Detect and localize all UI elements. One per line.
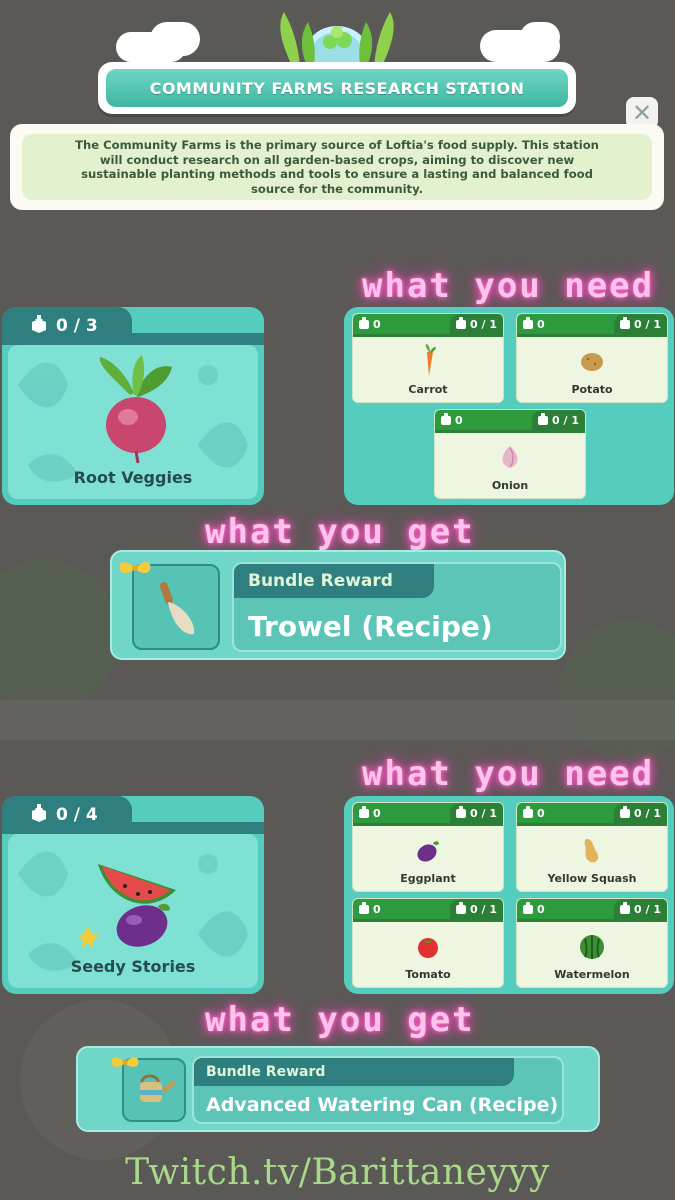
- onion-icon: [493, 440, 527, 474]
- bundle-card-seedy-stories[interactable]: 0 / 4 Seedy Stories: [2, 796, 264, 994]
- background-road: [0, 700, 675, 740]
- need-panel-root-veggies: 00 / 1 Carrot 00 / 1 Potato 00 / 1 Onion: [344, 307, 674, 505]
- need-panel-seedy-stories: 00 / 1 Eggplant 00 / 1 Yellow Squash 00 …: [344, 796, 674, 994]
- bundle-progress: 0 / 4: [2, 796, 132, 834]
- bow-icon: [108, 1052, 142, 1084]
- what-you-need-heading: what you need: [362, 266, 655, 306]
- what-you-get-heading: what you get: [205, 1000, 475, 1040]
- required-icon: [620, 901, 631, 914]
- tomato-icon: [411, 929, 445, 963]
- description-text: The Community Farms is the primary sourc…: [22, 134, 652, 200]
- inventory-icon: [359, 901, 369, 914]
- yellow-squash-icon: [575, 833, 609, 867]
- eggplant-icon: [411, 833, 445, 867]
- bundle-box-icon: [30, 314, 48, 338]
- close-icon: ✕: [631, 99, 653, 127]
- list-item[interactable]: 00 / 1 Eggplant: [352, 802, 504, 892]
- bundle-name: Seedy Stories: [70, 957, 196, 976]
- bundle-body: Root Veggies: [8, 345, 258, 499]
- inventory-icon: [523, 805, 533, 818]
- inventory-icon: [441, 412, 451, 425]
- watermelon-icon: [575, 929, 609, 963]
- bundle-box-icon: [30, 803, 48, 827]
- list-item[interactable]: 00 / 1 Onion: [434, 409, 586, 499]
- required-icon: [620, 316, 631, 329]
- list-item[interactable]: 00 / 1 Potato: [516, 313, 668, 403]
- bundle-progress: 0 / 3: [2, 307, 132, 345]
- bundle-card-root-veggies[interactable]: 0 / 3 Root Veggies: [2, 307, 264, 505]
- list-item[interactable]: 00 / 1 Yellow Squash: [516, 802, 668, 892]
- twitch-handle: Twitch.tv/Barittaneyyy: [125, 1152, 550, 1193]
- required-icon: [620, 805, 631, 818]
- sprout-emblem-icon: [262, 4, 412, 82]
- bow-icon: [116, 556, 154, 592]
- title-bar: COMMUNITY FARMS RESEARCH STATION: [98, 62, 576, 114]
- reward-label: Bundle Reward: [194, 1058, 514, 1086]
- reward-title: Trowel (Recipe): [248, 610, 493, 643]
- bundle-reward-card[interactable]: Bundle Reward Trowel (Recipe): [110, 550, 566, 660]
- carrot-icon: [411, 344, 445, 378]
- background-tree: [0, 560, 120, 710]
- beet-icon: [80, 355, 190, 465]
- inventory-icon: [359, 805, 369, 818]
- bundle-body: Seedy Stories: [8, 834, 258, 988]
- inventory-icon: [523, 901, 533, 914]
- reward-info: Bundle Reward Advanced Watering Can (Rec…: [192, 1056, 564, 1124]
- what-you-need-heading: what you need: [362, 754, 655, 794]
- reward-label: Bundle Reward: [234, 564, 434, 598]
- list-item[interactable]: 00 / 1 Tomato: [352, 898, 504, 988]
- inventory-icon: [523, 316, 533, 329]
- required-icon: [456, 805, 467, 818]
- page-title: COMMUNITY FARMS RESEARCH STATION: [106, 69, 568, 107]
- what-you-get-heading: what you get: [205, 512, 475, 552]
- reward-title: Advanced Watering Can (Recipe): [206, 1094, 559, 1116]
- bundle-name: Root Veggies: [73, 468, 193, 487]
- reward-info: Bundle Reward Trowel (Recipe): [232, 562, 562, 652]
- list-item[interactable]: 00 / 1 Carrot: [352, 313, 504, 403]
- required-icon: [538, 412, 549, 425]
- inventory-icon: [359, 316, 369, 329]
- bundle-reward-card[interactable]: Bundle Reward Advanced Watering Can (Rec…: [76, 1046, 600, 1132]
- required-icon: [456, 316, 467, 329]
- watermelon-eggplant-icon: [76, 844, 190, 954]
- list-item[interactable]: 00 / 1 Watermelon: [516, 898, 668, 988]
- potato-icon: [575, 344, 609, 378]
- required-icon: [456, 901, 467, 914]
- trowel-icon: [154, 578, 204, 644]
- description-box: The Community Farms is the primary sourc…: [10, 124, 664, 210]
